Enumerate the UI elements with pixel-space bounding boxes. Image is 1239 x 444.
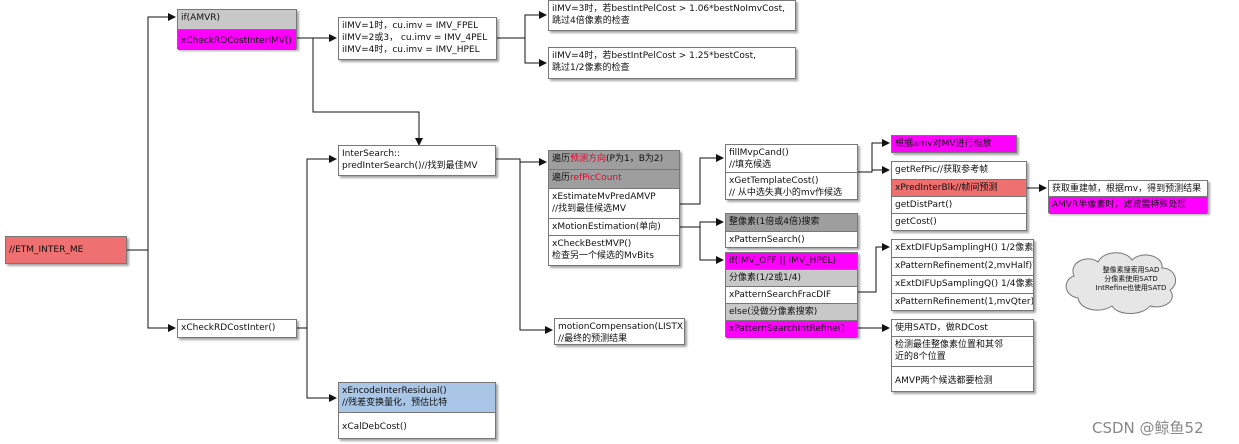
xext-dif-upsampling-q: xExtDIFUpSamplingQ() 1/4像素 — [892, 276, 1033, 294]
imv4-skip-node: iIMV=4时，若bestIntPelCost > 1.25*bestCost,… — [548, 47, 796, 79]
rebuild-prediction-text: 获取重建帧，根据mv，得到预测结果 — [1049, 181, 1207, 197]
get-ref-pic: getRefPic//获取参考帧 — [892, 162, 1026, 180]
xcheck-best-mvp: xCheckBestMVP() 检查另一个候选的MvBits — [552, 239, 654, 261]
prediction-result-node: 获取重建帧，根据mv，得到预测结果 AMVR半像素时，滤波需特殊处理 — [1048, 180, 1208, 214]
intersearch-text: InterSearch:: predInterSearch()//找到最佳MV — [342, 149, 478, 171]
loop-ref-pic-highlight: refPicCount — [570, 173, 622, 183]
motion-compensation-text: motionCompensation(LISTX) //最终的预测结果 — [558, 322, 684, 344]
xencode-inter-residual: xEncodeInterResidual() //残差变换量化，预估比特 — [339, 383, 495, 413]
xpattern-search: xPatternSearch() — [729, 235, 805, 245]
xcheck-rdcost-inter-node: xCheckRDCostInter() — [177, 319, 297, 338]
xpattern-search-int-refine: xPatternSearchIntRefine() — [726, 321, 857, 338]
scale-mv-text: 根据amv对MV进行缩放 — [895, 139, 992, 149]
xext-dif-upsampling-h: xExtDIFUpSamplingH() 1/2像素 — [892, 240, 1033, 258]
loop-pred-dir-suffix: (P为1，B为2) — [606, 154, 664, 164]
xpattern-refinement-half: xPatternRefinement(2,mvHalf) — [892, 258, 1033, 276]
etm-inter-me-label: //ETM_INTER_ME — [9, 245, 84, 255]
xcheck-rdcost-inter-label: xCheckRDCostInter() — [181, 323, 276, 333]
xpred-inter-blk: xPredInterBlk//帧间预测 — [892, 180, 1026, 197]
call-flow-diagram: //ETM_INTER_ME if(AMVR) xCheckRDCostInte… — [0, 0, 1239, 444]
fractional-search-node: if(IMV_OFF || IMV_HPEL) 分像素(1/2或1/4) xPa… — [725, 252, 858, 338]
xestimate-mv-pred-amvp: xEstimateMvPredAMVP //找到最佳候选MV — [549, 189, 679, 219]
encode-residual-node: xEncodeInterResidual() //残差变换量化，预估比特 xCa… — [338, 382, 496, 439]
xcheck-rdcost-inter-imv-label: xCheckRDCostInterIMV() — [178, 30, 296, 50]
get-dist-part: getDistPart() — [892, 197, 1026, 214]
xcal-deb-cost: xCalDebCost() — [342, 422, 407, 432]
xpattern-search-frac-dif: xPatternSearchFracDIF — [726, 287, 857, 304]
loop-ref-pic-prefix: 遍历 — [552, 173, 571, 183]
else-no-fractional: else(没做分像素搜索) — [726, 304, 857, 321]
motion-compensation-node: motionCompensation(LISTX) //最终的预测结果 — [554, 318, 685, 345]
fractional-pixel-header: 分像素(1/2或1/4) — [726, 270, 857, 287]
fill-mvp-cand: fillMvpCand() //填充候选 — [726, 145, 857, 173]
int-refine-detail-node: 使用SATD，做RDCost 检测最佳整像素位置和其邻 近的8个位置 AMVP两… — [891, 319, 1034, 392]
etm-inter-me-node: //ETM_INTER_ME — [5, 236, 127, 264]
amvr-half-filter-text: AMVR半像素时，滤波需特殊处理 — [1049, 197, 1207, 214]
scale-mv-node: 根据amv对MV进行缩放 — [891, 135, 1017, 153]
imv4-skip-text: iIMV=4时，若bestIntPelCost > 1.25*bestCost,… — [552, 51, 756, 73]
imv3-skip-node: iIMV=3时，若bestIntPelCost > 1.06*bestNoImv… — [548, 0, 796, 31]
amvr-branch-node: if(AMVR) xCheckRDCostInterIMV() — [177, 9, 297, 50]
imv-modes-text: iIMV=1时，cu.imv = IMV_FPEL iIMV=2或3， cu.i… — [342, 21, 488, 55]
use-satd-rdcost: 使用SATD，做RDCost — [892, 320, 1033, 337]
integer-search-header: 整像素(1倍或4倍)搜索 — [726, 214, 857, 232]
ref-pic-pred-node: getRefPic//获取参考帧 xPredInterBlk//帧间预测 get… — [891, 161, 1027, 231]
if-imv-off-hpel: if(IMV_OFF || IMV_HPEL) — [726, 253, 857, 270]
predinter-steps-node: 遍历预测方向(P为1，B为2) 遍历refPicCount xEstimateM… — [548, 150, 680, 266]
loop-pred-dir-prefix: 遍历 — [552, 154, 571, 164]
imv3-skip-text: iIMV=3时，若bestIntPelCost > 1.06*bestNoImv… — [552, 4, 785, 26]
subpel-refinement-node: xExtDIFUpSamplingH() 1/2像素 xPatternRefin… — [891, 239, 1034, 311]
xmotion-estimation: xMotionEstimation(单向) — [549, 219, 679, 236]
loop-pred-dir: 遍历预测方向(P为1，B为2) — [549, 151, 679, 170]
mvp-candidates-node: fillMvpCand() //填充候选 xGetTemplateCost() … — [725, 144, 858, 200]
detect-8-neighbors: 检测最佳整像素位置和其邻 近的8个位置 — [892, 337, 1033, 367]
xget-template-cost: xGetTemplateCost() // 从中选失真小的mv作候选 — [729, 176, 843, 198]
loop-pred-dir-highlight: 预测方向 — [570, 154, 607, 164]
integer-search-node: 整像素(1倍或4倍)搜索 xPatternSearch() — [725, 213, 858, 248]
if-amvr-label: if(AMVR) — [178, 10, 296, 30]
cloud-note-text: 整像素搜索用SAD 分像素使用SATD IntRefine也使用SATD — [1095, 266, 1167, 292]
get-cost: getCost() — [895, 217, 937, 227]
loop-ref-pic: 遍历refPicCount — [549, 170, 679, 189]
csdn-watermark: CSDN @鲸鱼52 — [1092, 419, 1204, 437]
xpattern-refinement-qter: xPatternRefinement(1,mvQter) — [895, 297, 1033, 307]
imv-modes-node: iIMV=1时，cu.imv = IMV_FPEL iIMV=2或3， cu.i… — [338, 17, 497, 60]
amvp-both-candidates: AMVP两个候选都要检测 — [895, 376, 993, 386]
intersearch-node: InterSearch:: predInterSearch()//找到最佳MV — [338, 145, 496, 176]
